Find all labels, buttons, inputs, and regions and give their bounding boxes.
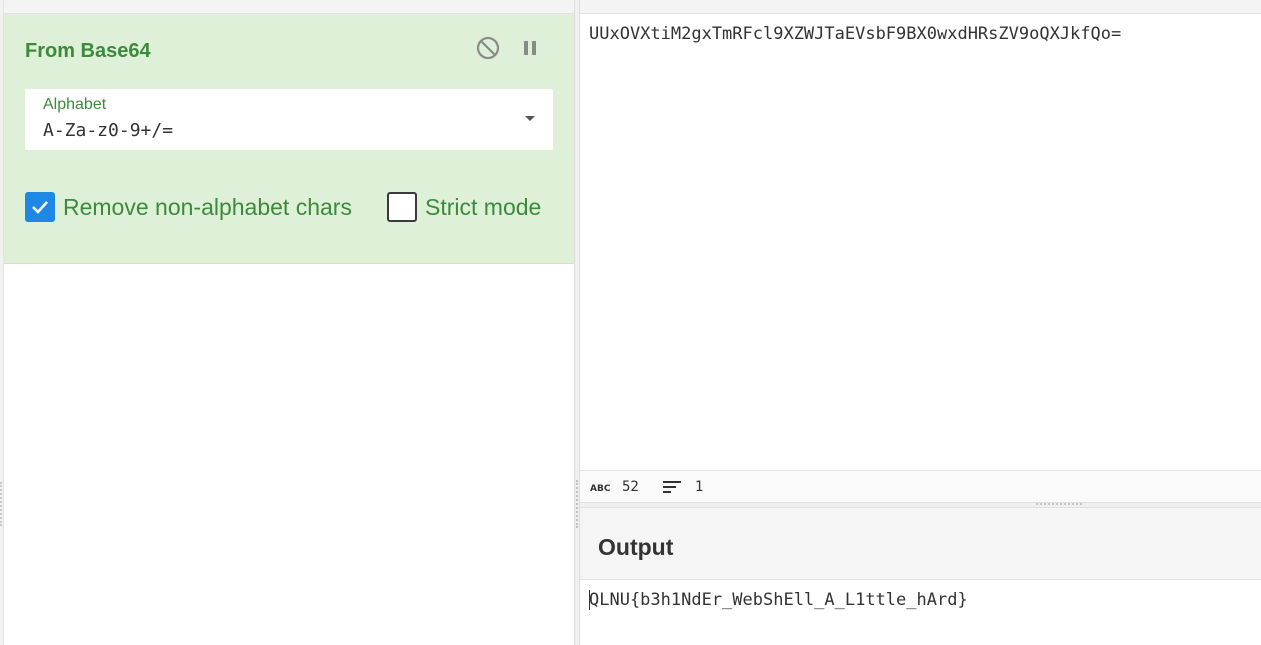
output-header: Output — [580, 508, 1261, 580]
chevron-down-icon[interactable] — [525, 116, 535, 121]
input-textarea[interactable]: UUxOVXtiM2gxTmRFcl9XZWJTaEVsbF9BX0wxdHRs… — [580, 14, 1261, 470]
disable-icon[interactable] — [474, 34, 502, 62]
recipe-panel: From Base64 Alphabet A-Za-z0-9+/= Remove… — [0, 0, 574, 645]
pause-icon[interactable] — [516, 34, 544, 62]
output-text: QLNU{b3h1NdEr_WebShEll_A_L1ttle_hArd} — [589, 590, 968, 610]
lines-icon — [662, 480, 683, 494]
io-panel: UUxOVXtiM2gxTmRFcl9XZWJTaEVsbF9BX0wxdHRs… — [580, 0, 1261, 645]
left-resize-handle[interactable] — [0, 482, 4, 526]
strict-mode-label: Strict mode — [425, 193, 542, 220]
input-status-bar: ABC 52 1 — [580, 470, 1261, 502]
remove-non-alphabet-checkbox-row[interactable]: Remove non-alphabet chars — [25, 192, 352, 222]
alphabet-select[interactable]: Alphabet A-Za-z0-9+/= — [25, 89, 553, 150]
column-resize-handle[interactable] — [576, 480, 578, 528]
input-top-strip — [580, 0, 1261, 14]
output-title: Output — [598, 534, 674, 560]
remove-non-alphabet-label: Remove non-alphabet chars — [63, 193, 352, 220]
operation-title: From Base64 — [25, 40, 151, 62]
pane-resize-handle[interactable] — [1036, 503, 1082, 505]
recipe-top-strip — [0, 0, 574, 14]
operation-from-base64[interactable]: From Base64 Alphabet A-Za-z0-9+/= Remove… — [4, 14, 574, 264]
checkmark-icon — [32, 201, 48, 214]
output-textarea[interactable]: QLNU{b3h1NdEr_WebShEll_A_L1ttle_hArd} — [580, 580, 1261, 645]
input-lines: 1 — [694, 478, 704, 495]
alphabet-value: A-Za-z0-9+/= — [43, 120, 174, 141]
alphabet-label: Alphabet — [43, 96, 107, 113]
remove-non-alphabet-checkbox[interactable] — [25, 192, 55, 222]
svg-text:ABC: ABC — [590, 484, 610, 493]
strict-mode-checkbox[interactable] — [387, 192, 417, 222]
input-length: 52 — [622, 478, 639, 495]
abc-icon: ABC — [590, 481, 610, 493]
strict-mode-checkbox-row[interactable]: Strict mode — [387, 192, 541, 222]
